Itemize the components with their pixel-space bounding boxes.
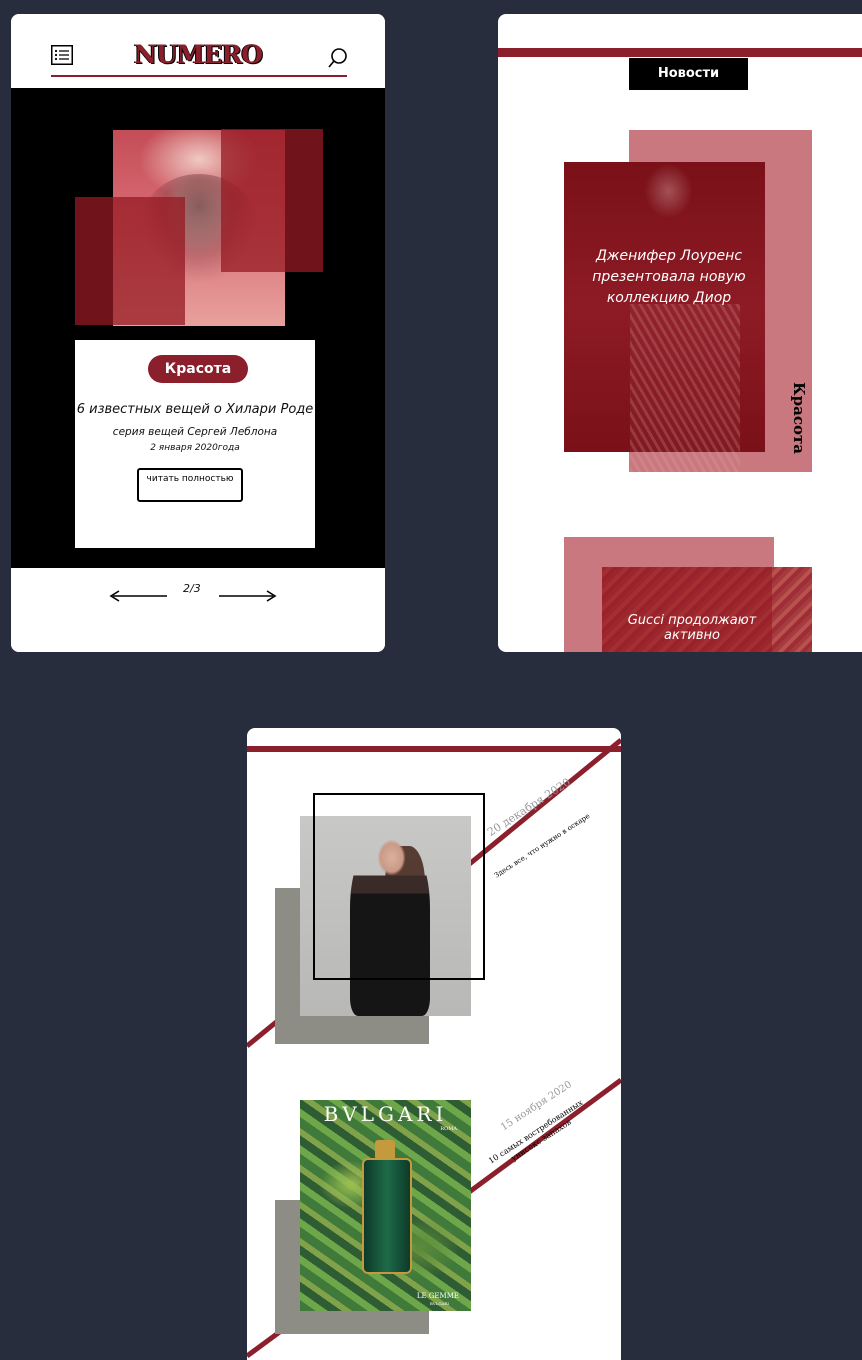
mobile-screen-news: Новости Дженифер Лоуренс презентовала но… (498, 14, 862, 652)
news-card-photo-texture (630, 304, 740, 472)
feed-item1-frame (313, 793, 485, 980)
feed-item2-product-sub: BVLGARI (429, 1301, 449, 1306)
perfume-cap (375, 1140, 395, 1160)
feed-item2-brand: BVLGARI (323, 1102, 448, 1126)
arrow-left-icon[interactable] (109, 590, 169, 602)
search-icon[interactable] (327, 47, 349, 69)
article-subtitle: серия вещей Сергей Леблона (112, 426, 278, 438)
header-divider (51, 75, 347, 77)
news-card2-title[interactable]: Gucci продолжают активно (602, 613, 782, 643)
perfume-bottle (362, 1158, 412, 1274)
feed-item2-photo[interactable]: BVLGARI ROMA LE GEMME BVLGARI (300, 1100, 471, 1311)
feed-item2-brand-sub: ROMA (440, 1126, 457, 1132)
read-more-button[interactable]: читать полностью (137, 468, 243, 502)
top-stripe (498, 48, 862, 57)
hero-overlay-right (221, 129, 323, 272)
arrow-right-icon[interactable] (217, 590, 277, 602)
page-indicator: 2/3 (183, 582, 201, 595)
category-badge[interactable]: Красота (148, 355, 248, 383)
article-date: 2 января 2020года (150, 443, 240, 453)
section-title: Новости (629, 58, 748, 90)
header: NUMERO (11, 14, 385, 89)
article-title: 6 известных вещей о Хилари Роде (76, 402, 314, 417)
feed-item2-product: LE GEMME (416, 1292, 459, 1300)
article-card: Красота 6 известных вещей о Хилари Роде … (75, 340, 315, 548)
news-card-title[interactable]: Дженифер Лоуренс презентовала новую колл… (574, 246, 764, 309)
hero-overlay-left (75, 197, 185, 325)
mobile-screen-feed: 20 декабря 2020 Здесь все, что нужно в о… (247, 728, 621, 1360)
pagination: 2/3 (11, 568, 385, 652)
mobile-screen-article: NUMERO Красота 6 известных вещей о Хилар… (11, 14, 385, 652)
news-card-category: Красота (790, 382, 808, 455)
